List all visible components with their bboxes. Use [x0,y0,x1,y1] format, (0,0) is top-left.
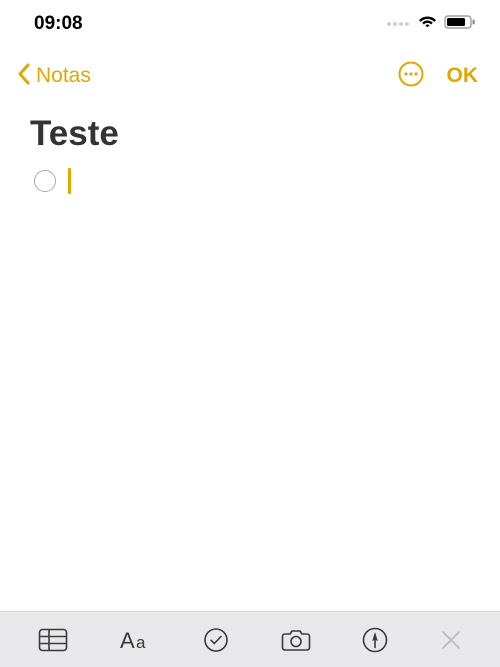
svg-text:a: a [136,633,146,652]
table-icon[interactable] [38,628,68,652]
status-bar: 09:08 [0,0,500,44]
done-button[interactable]: OK [447,64,479,88]
camera-icon[interactable] [281,628,311,652]
status-indicators [387,14,476,34]
nav-bar: Notas OK [0,44,500,100]
wifi-icon [417,14,438,34]
chevron-left-icon [16,62,32,91]
markup-icon[interactable] [362,627,388,653]
status-time: 09:08 [34,13,83,35]
recording-dots-icon [387,22,409,26]
close-icon[interactable] [440,629,462,651]
text-format-icon[interactable]: A a [120,628,152,652]
back-label: Notas [36,64,91,88]
checklist-icon[interactable] [203,627,229,653]
nav-actions: OK [397,60,479,93]
checkbox-icon[interactable] [34,170,56,192]
text-cursor [68,168,71,194]
note-title[interactable]: Teste [30,114,470,154]
back-button[interactable]: Notas [16,62,91,91]
battery-icon [444,15,476,34]
svg-text:A: A [120,628,135,652]
more-icon[interactable] [397,60,425,93]
checklist-item[interactable] [30,166,470,196]
note-content[interactable]: Teste [0,100,500,210]
editor-toolbar: A a [0,611,500,667]
